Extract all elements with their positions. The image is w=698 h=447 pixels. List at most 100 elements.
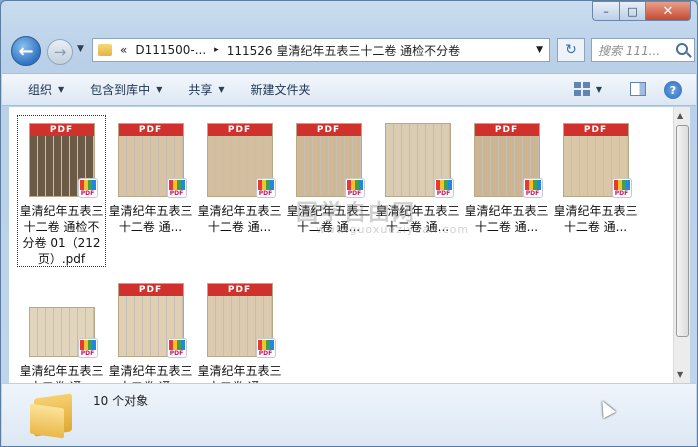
file-name: 皇清纪年五表三十二卷 通... bbox=[197, 204, 282, 234]
refresh-icon: ↻ bbox=[565, 42, 577, 58]
share-menu[interactable]: 共享 ▼ bbox=[188, 81, 224, 98]
maximize-button[interactable]: □ bbox=[619, 1, 645, 21]
preview-pane-icon[interactable] bbox=[630, 82, 646, 96]
pdf-thumbnail: PDF bbox=[25, 275, 99, 358]
pdf-app-icon-label: PDF bbox=[80, 350, 95, 357]
file-list-area[interactable]: PDF PDF 皇清纪年五表三十二卷 通检不分卷 01（212页）.pdf PDF PD… bbox=[9, 107, 673, 394]
chevron-down-icon: ▼ bbox=[156, 85, 163, 94]
change-view-icon[interactable] bbox=[573, 82, 590, 96]
pdf-thumbnail: PDF PDF bbox=[114, 115, 188, 198]
file-item[interactable]: PDFPDF皇清纪年五表三十二卷 通... bbox=[106, 275, 195, 395]
vertical-scrollbar[interactable]: ▲ ▼ bbox=[673, 107, 690, 383]
file-item[interactable]: PDFPDF皇清纪年五表三十二卷 通... bbox=[284, 115, 373, 267]
caption-buttons: – □ ✕ bbox=[592, 1, 691, 21]
item-count: 10 个对象 bbox=[93, 394, 149, 408]
pdf-app-icon: PDF bbox=[522, 178, 543, 198]
pdf-app-icon-label: PDF bbox=[436, 190, 451, 197]
pdf-app-icon: PDF bbox=[77, 338, 98, 358]
page-preview-image: PDF PDF bbox=[117, 123, 187, 198]
refresh-button[interactable]: ↻ bbox=[557, 38, 585, 62]
file-item[interactable]: PDF PDF 皇清纪年五表三十二卷 通检不分卷 01（212页）.pdf bbox=[17, 115, 106, 267]
file-name: 皇清纪年五表三十二卷 通... bbox=[108, 204, 193, 234]
navigation-bar: ← → ▼ « D111500-... ▸ 111526 皇清纪年五表三十二卷 … bbox=[9, 34, 695, 66]
pdf-tag: PDF bbox=[118, 124, 183, 136]
pdf-app-icon: PDF bbox=[433, 178, 454, 198]
pdf-app-icon: PDF bbox=[344, 178, 365, 198]
pdf-app-icon-label: PDF bbox=[258, 350, 273, 357]
pdf-thumbnail: PDF PDF bbox=[559, 115, 633, 198]
back-button[interactable]: ← bbox=[11, 36, 41, 66]
file-name: 皇清纪年五表三十二卷 通... bbox=[464, 204, 549, 234]
file-grid: PDF PDF 皇清纪年五表三十二卷 通检不分卷 01（212页）.pdf PDF PD… bbox=[17, 115, 657, 395]
pdf-tag: PDF bbox=[207, 124, 272, 136]
pdf-thumbnail: PDF PDF bbox=[470, 115, 544, 198]
pdf-app-icon: PDF bbox=[255, 338, 276, 358]
pdf-app-icon-label: PDF bbox=[169, 350, 184, 357]
file-item[interactable]: PDF PDF 皇清纪年五表三十二卷 通... bbox=[106, 115, 195, 267]
view-dropdown-icon[interactable]: ▼ bbox=[596, 85, 602, 94]
file-item[interactable]: PDF 皇清纪年五表三十二卷 通... bbox=[373, 115, 462, 267]
pdf-tag: PDF bbox=[118, 284, 183, 296]
search-placeholder: 搜索 111... bbox=[598, 43, 661, 58]
page-preview-image: PDF PDF bbox=[117, 283, 187, 358]
page-preview-image: PDF PDF bbox=[28, 123, 98, 198]
pdf-tag: PDF bbox=[207, 284, 272, 296]
scroll-down-icon[interactable]: ▼ bbox=[677, 370, 683, 379]
organize-label: 组织 bbox=[28, 83, 53, 97]
scrollbar-thumb[interactable] bbox=[676, 125, 689, 337]
breadcrumb-segment-current[interactable]: 111526 皇清纪年五表三十二卷 通检不分卷 bbox=[227, 42, 460, 59]
pdf-tag: PDF bbox=[29, 124, 94, 136]
pdf-app-icon-label: PDF bbox=[169, 190, 184, 197]
forward-button[interactable]: → bbox=[47, 39, 73, 65]
file-item[interactable]: PDF PDF 皇清纪年五表三十二卷 通... bbox=[462, 115, 551, 267]
folder-icon bbox=[98, 44, 112, 56]
recent-pages-dropdown-icon[interactable]: ▼ bbox=[77, 44, 84, 54]
include-in-library-menu[interactable]: 包含到库中 ▼ bbox=[90, 81, 162, 98]
chevron-down-icon: ▼ bbox=[58, 85, 65, 94]
pdf-app-icon: PDF bbox=[255, 178, 276, 198]
search-icon[interactable] bbox=[676, 43, 688, 55]
close-button[interactable]: ✕ bbox=[645, 1, 691, 21]
search-input[interactable]: 搜索 111... bbox=[591, 38, 695, 62]
page-preview-image: PDF PDF bbox=[473, 123, 543, 198]
folder-icon bbox=[30, 392, 76, 439]
pdf-tag: PDF bbox=[296, 124, 361, 136]
include-in-library-label: 包含到库中 bbox=[90, 83, 151, 97]
pdf-thumbnail: PDF PDF bbox=[203, 115, 277, 198]
file-item[interactable]: PDF PDF 皇清纪年五表三十二卷 通... bbox=[551, 115, 640, 267]
minimize-button[interactable]: – bbox=[592, 1, 619, 21]
file-name: 皇清纪年五表三十二卷 通... bbox=[553, 204, 638, 234]
breadcrumb-separator-icon[interactable]: ▸ bbox=[214, 45, 219, 55]
pdf-tag: PDF bbox=[474, 124, 539, 136]
explorer-window: – □ ✕ ← → ▼ « D111500-... ▸ 111526 皇清纪年五… bbox=[0, 0, 698, 447]
pdf-app-icon-label: PDF bbox=[525, 190, 540, 197]
pdf-tag: PDF bbox=[563, 124, 628, 136]
details-pane: 10 个对象 bbox=[2, 383, 696, 446]
file-name: 皇清纪年五表三十二卷 通... bbox=[375, 204, 460, 234]
page-preview-image: PDF PDF bbox=[206, 123, 276, 198]
organize-menu[interactable]: 组织 ▼ bbox=[28, 81, 64, 98]
pdf-thumbnail: PDF PDF bbox=[25, 115, 99, 198]
page-preview-image: PDF PDF bbox=[206, 283, 276, 358]
new-folder-button[interactable]: 新建文件夹 bbox=[251, 81, 311, 98]
pdf-app-icon-label: PDF bbox=[80, 190, 95, 197]
pdf-thumbnail: PDF bbox=[381, 115, 455, 198]
page-preview-image: PDF bbox=[384, 123, 454, 198]
pdf-app-icon: PDF bbox=[166, 178, 187, 198]
address-dropdown-icon[interactable]: ▼ bbox=[536, 45, 543, 55]
address-bar[interactable]: « D111500-... ▸ 111526 皇清纪年五表三十二卷 通检不分卷 … bbox=[92, 38, 550, 62]
share-label: 共享 bbox=[188, 83, 213, 97]
page-preview-image: PDF PDF bbox=[295, 123, 365, 198]
pdf-app-icon: PDF bbox=[611, 178, 632, 198]
file-item[interactable]: PDF皇清纪年五表三十二卷 通... bbox=[17, 275, 106, 395]
breadcrumb-segment[interactable]: D111500-... bbox=[135, 43, 206, 57]
pdf-app-icon: PDF bbox=[166, 338, 187, 358]
pdf-app-icon: PDF bbox=[77, 178, 98, 198]
file-item[interactable]: PDF PDF 皇清纪年五表三十二卷 通... bbox=[195, 115, 284, 267]
chevron-down-icon: ▼ bbox=[218, 85, 225, 94]
file-item[interactable]: PDFPDF皇清纪年五表三十二卷 通... bbox=[195, 275, 284, 395]
page-preview-image: PDF bbox=[28, 307, 98, 358]
scroll-up-icon[interactable]: ▲ bbox=[677, 111, 683, 120]
address-overflow-chevron[interactable]: « bbox=[120, 43, 127, 57]
help-icon[interactable]: ? bbox=[664, 81, 682, 99]
